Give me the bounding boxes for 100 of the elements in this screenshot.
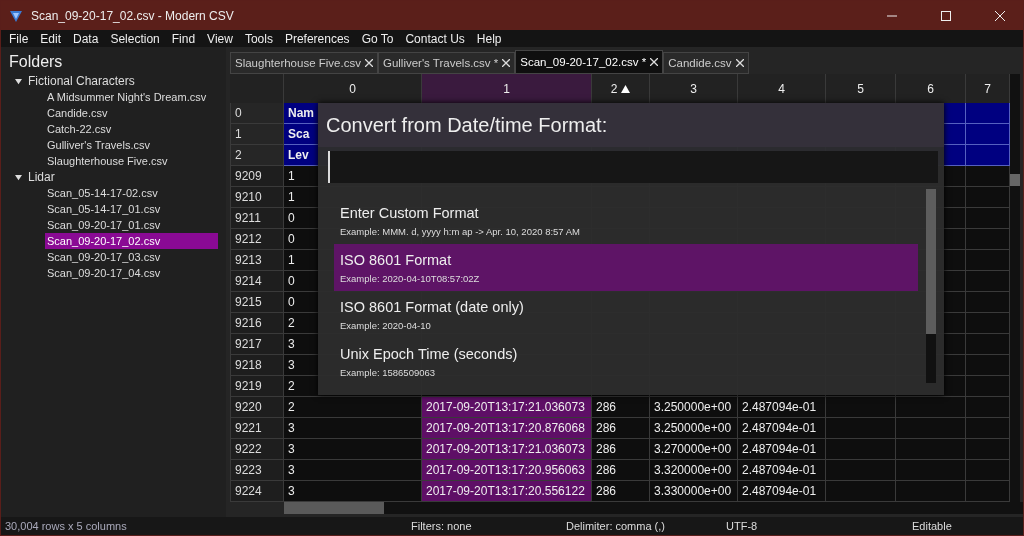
- table-cell: 2017-09-20T13:17:21.036073: [422, 397, 592, 418]
- maximize-icon[interactable]: [941, 10, 951, 21]
- row-header[interactable]: 9214: [230, 271, 284, 292]
- file-tab[interactable]: Gulliver's Travels.csv *: [377, 52, 516, 74]
- table-cell: 2.487094e-01: [738, 397, 826, 418]
- row-header[interactable]: 0: [230, 103, 284, 124]
- row-header[interactable]: 9223: [230, 460, 284, 481]
- scrollbar-thumb[interactable]: [1010, 174, 1020, 186]
- csv-entry[interactable]: Catch-22.csv: [9, 121, 218, 137]
- delimiter-label: Delimiter: comma (,): [566, 520, 666, 532]
- table-cell: 2: [284, 397, 422, 418]
- table-cell: 3: [284, 418, 422, 439]
- menu-item[interactable]: Contact Us: [399, 31, 471, 46]
- table-cell: 286: [592, 418, 650, 439]
- table-cell: 3.330000e+00: [650, 481, 738, 502]
- table-cell: 3: [284, 439, 422, 460]
- csv-entry[interactable]: Scan_09-20-17_03.csv: [9, 249, 218, 265]
- table-cell: 3: [284, 481, 422, 502]
- column-header[interactable]: 1: [422, 74, 592, 103]
- close-icon[interactable]: [995, 10, 1005, 21]
- csv-entry[interactable]: Scan_05-14-17_01.csv: [9, 201, 218, 217]
- row-count-label: 30,004 rows x 5 columns: [5, 520, 128, 532]
- app-logo-icon: [9, 8, 23, 23]
- table-cell: 2.487094e-01: [738, 439, 826, 460]
- csv-entry[interactable]: Scan_09-20-17_01.csv: [9, 217, 218, 233]
- menu-item[interactable]: Tools: [238, 31, 279, 46]
- row-header[interactable]: 9221: [230, 418, 284, 439]
- table-cell: 2.487094e-01: [738, 460, 826, 481]
- table-cell: [896, 439, 966, 460]
- csv-entry[interactable]: Gulliver's Travels.csv: [9, 137, 218, 153]
- menu-item[interactable]: Go To: [355, 31, 400, 46]
- row-header[interactable]: 9216: [230, 313, 284, 334]
- csv-entry[interactable]: Scan_09-20-17_02.csv: [45, 233, 218, 249]
- scrollbar-thumb[interactable]: [926, 189, 936, 334]
- row-header[interactable]: 9218: [230, 355, 284, 376]
- row-header[interactable]: 9220: [230, 397, 284, 418]
- csv-entry[interactable]: Slaughterhouse Five.csv: [9, 153, 218, 169]
- file-tab[interactable]: Candide.csv: [663, 52, 749, 74]
- dialog-title: Convert from Date/time Format:: [318, 103, 944, 147]
- table-cell: 286: [592, 481, 650, 502]
- table-cell: 2017-09-20T13:17:20.556122: [422, 481, 592, 502]
- menu-item[interactable]: Edit: [34, 31, 68, 46]
- row-header[interactable]: 9224: [230, 481, 284, 502]
- close-icon[interactable]: [364, 59, 373, 67]
- menu-item[interactable]: Selection: [104, 31, 166, 46]
- csv-entry[interactable]: Scan_09-20-17_04.csv: [9, 265, 218, 281]
- expanded-triangle-icon[interactable]: [15, 173, 22, 181]
- close-icon[interactable]: [650, 58, 659, 66]
- menu-item[interactable]: Data: [67, 31, 105, 46]
- mode-label: Editable: [912, 520, 953, 532]
- table-cell: 2017-09-20T13:17:21.036073: [422, 439, 592, 460]
- menu-item[interactable]: Find: [165, 31, 202, 46]
- file-tab[interactable]: Slaughterhouse Five.csv: [230, 52, 378, 74]
- row-header[interactable]: 9213: [230, 250, 284, 271]
- file-tab[interactable]: Scan_09-20-17_02.csv *: [515, 50, 664, 74]
- menu-item[interactable]: File: [3, 31, 35, 46]
- menu-item[interactable]: Preferences: [278, 31, 356, 46]
- encoding-label: UTF-8: [726, 520, 759, 532]
- table-cell: 286: [592, 397, 650, 418]
- row-header[interactable]: 9212: [230, 229, 284, 250]
- table-cell: [896, 397, 966, 418]
- row-header[interactable]: 2: [230, 145, 284, 166]
- menu-item[interactable]: Help: [470, 31, 508, 46]
- row-header[interactable]: 1: [230, 124, 284, 145]
- table-cell: 286: [592, 439, 650, 460]
- table-cell: [826, 460, 896, 481]
- menu-item[interactable]: View: [201, 31, 239, 46]
- row-header[interactable]: 9222: [230, 439, 284, 460]
- table-cell: [896, 418, 966, 439]
- row-header[interactable]: 9219: [230, 376, 284, 397]
- row-header[interactable]: 9210: [230, 187, 284, 208]
- row-header[interactable]: 9215: [230, 292, 284, 313]
- table-cell: 3: [284, 460, 422, 481]
- csv-entry[interactable]: Scan_05-14-17-02.csv: [9, 185, 218, 201]
- window-title: Scan_09-20-17_02.csv - Modern CSV: [31, 8, 235, 23]
- folder-item[interactable]: Lidar: [28, 170, 55, 184]
- row-header[interactable]: 9209: [230, 166, 284, 187]
- table-cell: 3.270000e+00: [650, 439, 738, 460]
- table-cell: [826, 418, 896, 439]
- table-cell: 286: [592, 460, 650, 481]
- row-header[interactable]: 9217: [230, 334, 284, 355]
- format-option[interactable]: ISO 8601 Format Example: 2020-04-10T08:57:02Z: [334, 244, 918, 291]
- table-cell: [896, 460, 966, 481]
- folder-item[interactable]: Fictional Characters: [28, 74, 135, 88]
- format-input-field[interactable]: [328, 151, 938, 183]
- expanded-triangle-icon[interactable]: [15, 77, 22, 85]
- scrollbar-thumb[interactable]: [284, 502, 384, 514]
- table-cell: 2.487094e-01: [738, 481, 826, 502]
- close-icon[interactable]: [735, 59, 744, 67]
- csv-entry[interactable]: A Midsummer Night's Dream.csv: [9, 89, 218, 105]
- table-cell: 3.320000e+00: [650, 460, 738, 481]
- row-header[interactable]: 9211: [230, 208, 284, 229]
- table-cell: 3.250000e+00: [650, 397, 738, 418]
- csv-entry[interactable]: Candide.csv: [9, 105, 218, 121]
- table-cell: [826, 397, 896, 418]
- table-cell: 3.250000e+00: [650, 418, 738, 439]
- filters-label: Filters: none: [411, 520, 473, 532]
- close-icon[interactable]: [502, 59, 511, 67]
- table-cell: 2017-09-20T13:17:20.876068: [422, 418, 592, 439]
- table-cell: [826, 439, 896, 460]
